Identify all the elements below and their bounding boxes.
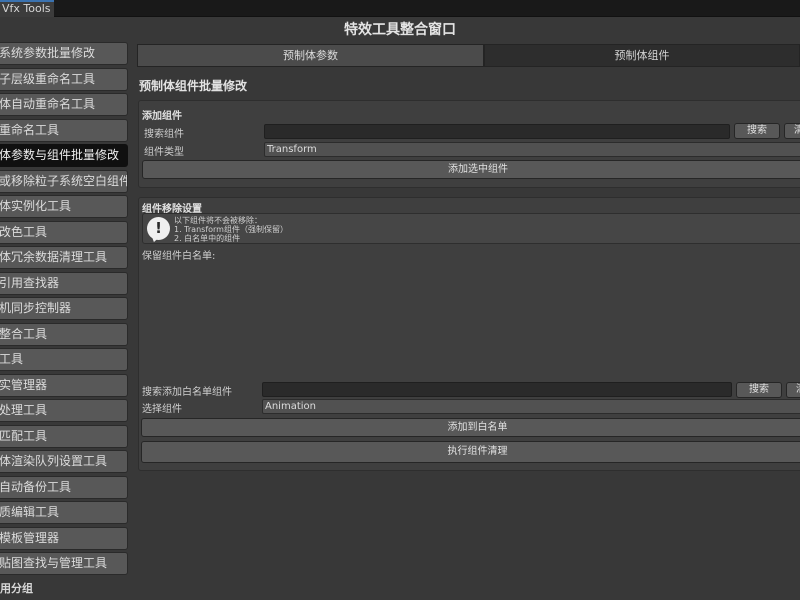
sidebar-item[interactable]: 体渲染队列设置工具: [0, 450, 128, 473]
sidebar-item[interactable]: 体冗余数据清理工具: [0, 246, 128, 269]
help-line: 1. Transform组件（强制保留）: [174, 225, 288, 234]
whitelist-search-label: 搜索添加白名单组件: [142, 387, 232, 398]
select-component-label: 选择组件: [142, 404, 182, 415]
whitelist-search-input[interactable]: [262, 382, 732, 397]
whitelist-clear-button[interactable]: 清: [786, 382, 800, 398]
search-component-label: 搜索组件: [144, 129, 184, 140]
sidebar-item[interactable]: 贴图查找与管理工具: [0, 552, 128, 575]
component-type-label: 组件类型: [144, 147, 184, 158]
window-title: 特效工具整合窗口: [0, 18, 800, 42]
add-component-box: 添加组件 搜索组件 搜索 清 组件类型 Transform 添加选中组件: [138, 100, 800, 188]
sidebar-item[interactable]: 自动备份工具: [0, 475, 128, 499]
sidebar-item[interactable]: 子层级重命名工具: [0, 67, 128, 91]
sidebar: 系统参数批量修改 子层级重命名工具 体自动重命名工具 重命名工具 体参数与组件批…: [0, 42, 130, 600]
component-type-select[interactable]: Transform: [264, 142, 800, 157]
tab-prefab-params[interactable]: 预制体参数: [137, 44, 484, 67]
warning-icon-tail: [149, 234, 159, 244]
help-line: 2. 白名单中的组件: [174, 234, 241, 243]
window-tab[interactable]: Vfx Tools: [0, 0, 54, 17]
run-cleanup-button[interactable]: 执行组件清理: [141, 441, 800, 463]
sidebar-group-label: 用分组: [0, 582, 33, 595]
add-to-whitelist-button[interactable]: 添加到白名单: [141, 418, 800, 437]
add-selected-component-button[interactable]: 添加选中组件: [142, 160, 800, 179]
sidebar-item[interactable]: 工具: [0, 348, 128, 371]
sidebar-item[interactable]: 体自动重命名工具: [0, 93, 128, 116]
whitelist-search-button[interactable]: 搜索: [736, 382, 782, 398]
sidebar-item[interactable]: 改色工具: [0, 220, 128, 244]
sidebar-item[interactable]: 系统参数批量修改: [0, 42, 128, 65]
sidebar-item[interactable]: 实管理器: [0, 373, 128, 397]
window-tab-bar: Vfx Tools: [0, 0, 800, 17]
sidebar-item[interactable]: 处理工具: [0, 399, 128, 422]
help-box: 以下组件将不会被移除： 1. Transform组件（强制保留） 2. 白名单中…: [142, 213, 800, 244]
sidebar-item[interactable]: 匹配工具: [0, 424, 128, 448]
sidebar-item[interactable]: 质编辑工具: [0, 501, 128, 524]
whitelist-list[interactable]: [142, 259, 800, 374]
add-component-header: 添加组件: [142, 111, 182, 122]
clear-search-button[interactable]: 清: [784, 123, 800, 139]
search-component-button[interactable]: 搜索: [734, 123, 780, 139]
sidebar-item[interactable]: 重命名工具: [0, 118, 128, 142]
tab-prefab-components[interactable]: 预制体组件: [484, 44, 800, 67]
sidebar-item[interactable]: 或移除粒子系统空白组件: [0, 169, 128, 193]
select-component-select[interactable]: Animation: [262, 399, 800, 414]
sidebar-item-active[interactable]: 体参数与组件批量修改: [0, 144, 128, 167]
sidebar-item[interactable]: 机同步控制器: [0, 297, 128, 320]
search-component-input[interactable]: [264, 124, 730, 139]
help-line: 以下组件将不会被移除：: [174, 216, 262, 225]
main-panel: 预制体参数 预制体组件 预制体组件批量修改 添加组件 搜索组件 搜索 清 组件类…: [137, 42, 800, 600]
sidebar-item[interactable]: 模板管理器: [0, 526, 128, 550]
sidebar-item[interactable]: 引用查找器: [0, 271, 128, 295]
remove-settings-box: 组件移除设置 以下组件将不会被移除： 1. Transform组件（强制保留） …: [138, 197, 800, 471]
toolbar-tabs: 预制体参数 预制体组件: [137, 44, 800, 67]
sidebar-item[interactable]: 体实例化工具: [0, 195, 128, 218]
sidebar-item[interactable]: 整合工具: [0, 322, 128, 346]
section-title: 预制体组件批量修改: [139, 79, 248, 93]
